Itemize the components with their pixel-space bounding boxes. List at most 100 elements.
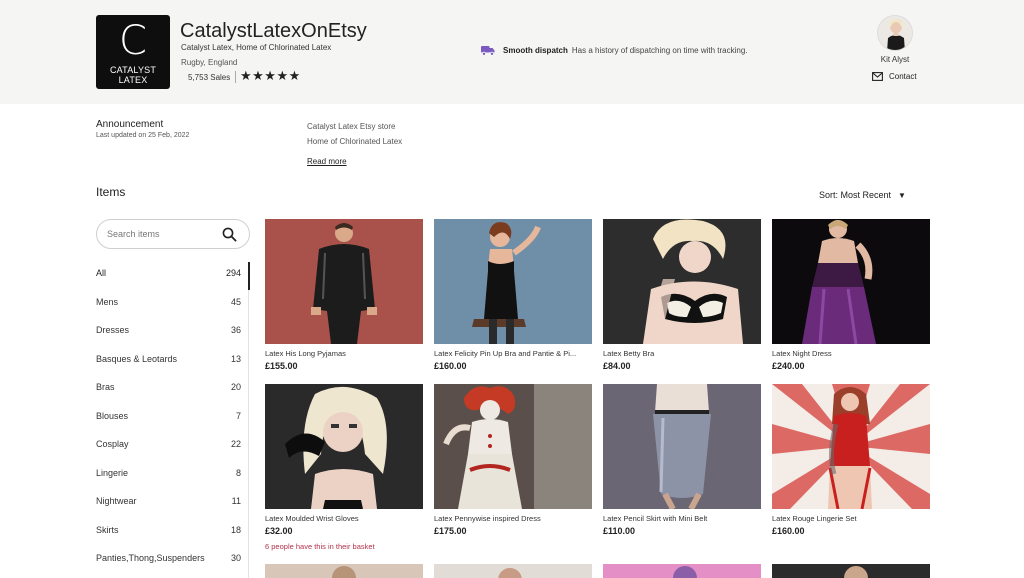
caret-down-icon: ▼ (898, 190, 906, 200)
section-item-cosplay[interactable]: Cosplay 22 (96, 433, 250, 462)
section-item-blouses[interactable]: Blouses 7 (96, 405, 250, 434)
product-price: £240.00 (772, 361, 805, 371)
product-price: £160.00 (772, 526, 805, 536)
star-rating[interactable]: ★★★★★ (240, 68, 301, 84)
section-count: 13 (230, 353, 241, 364)
section-label: All (96, 268, 107, 278)
read-more-link[interactable]: Read more (307, 157, 347, 166)
section-count: 36 (230, 325, 241, 335)
product-price: £175.00 (434, 526, 467, 536)
section-item-panties-thong-suspenders[interactable]: Panties,Thong,Suspenders 30 (96, 547, 250, 576)
product-image[interactable] (265, 564, 423, 578)
product-title[interactable]: Latex Night Dress (772, 349, 930, 358)
product-image[interactable] (434, 384, 592, 509)
section-item-dresses[interactable]: Dresses 36 (96, 319, 250, 348)
shop-header: C CATALYST LATEX CatalystLatexOnEtsy Cat… (0, 0, 1024, 104)
product-price: £155.00 (265, 361, 298, 371)
product-image[interactable] (434, 564, 592, 578)
items-heading: Items (96, 185, 126, 199)
product-price: £84.00 (603, 361, 631, 371)
section-item-skirts[interactable]: Skirts 18 (96, 519, 250, 548)
product-title[interactable]: Latex His Long Pyjamas (265, 349, 423, 358)
product-image[interactable] (265, 219, 423, 344)
section-count: 20 (230, 382, 241, 392)
section-label: Basques & Leotards (96, 353, 178, 364)
product-image[interactable] (772, 564, 930, 578)
section-label: Cosplay (96, 439, 129, 449)
section-count: 294 (225, 268, 241, 278)
product-title[interactable]: Latex Betty Bra (603, 349, 761, 358)
product-image[interactable] (265, 384, 423, 509)
product-card[interactable]: Latex Moulded Wrist Gloves £32.00 6 peop… (265, 384, 423, 551)
product-image[interactable] (603, 564, 761, 578)
section-count: 45 (230, 296, 241, 307)
section-item-basques-leotards[interactable]: Basques & Leotards 13 (96, 348, 250, 377)
product-image[interactable] (772, 384, 930, 509)
dispatch-title: Smooth dispatch (503, 45, 568, 55)
section-item-mens[interactable]: Mens 45 (96, 291, 250, 320)
section-label: Skirts (96, 524, 119, 535)
product-title[interactable]: Latex Pencil Skirt with Mini Belt (603, 514, 761, 523)
section-list: All 294 Mens 45 Dresses 36 Basques & Leo… (96, 262, 250, 576)
product-title[interactable]: Latex Rouge Lingerie Set (772, 514, 930, 523)
product-price: £32.00 (265, 526, 293, 536)
basket-notice: 6 people have this in their basket (265, 542, 375, 551)
section-item-nightwear[interactable]: Nightwear 11 (96, 490, 250, 519)
section-count: 8 (235, 467, 241, 478)
owner-avatar[interactable] (877, 15, 913, 51)
sort-dropdown[interactable]: Sort: Most Recent ▼ (819, 190, 906, 200)
truck-icon (481, 45, 495, 56)
product-image[interactable] (434, 219, 592, 344)
product-card[interactable]: Latex Pennywise inspired Dress £175.00 (434, 384, 592, 536)
product-image[interactable] (603, 384, 761, 509)
mail-icon (872, 72, 883, 81)
section-count: 30 (230, 553, 241, 563)
product-title[interactable]: Latex Moulded Wrist Gloves (265, 514, 423, 523)
shop-sales-count[interactable]: 5,753 Sales (188, 73, 230, 82)
search-box (96, 219, 250, 249)
sort-label: Sort: Most Recent (819, 190, 892, 200)
section-label: Bras (96, 382, 115, 392)
shop-location: Rugby, England (181, 58, 238, 67)
dispatch-description: Has a history of dispatching on time wit… (571, 45, 748, 55)
product-card[interactable]: Latex Betty Bra £84.00 (603, 219, 761, 371)
section-label: Blouses (96, 410, 129, 421)
product-price: £110.00 (603, 526, 636, 536)
search-input[interactable] (107, 227, 217, 241)
contact-button[interactable]: Contact (872, 72, 917, 81)
section-label: Nightwear (96, 496, 137, 506)
product-card[interactable]: Latex His Long Pyjamas £155.00 (265, 219, 423, 371)
product-card[interactable]: Latex Pencil Skirt with Mini Belt £110.0… (603, 384, 761, 536)
section-active-indicator (248, 262, 250, 290)
sales-divider (235, 71, 236, 83)
owner-name[interactable]: Kit Alyst (850, 55, 940, 64)
contact-label: Contact (889, 72, 917, 81)
section-item-bras[interactable]: Bras 20 (96, 376, 250, 405)
shop-tagline: Catalyst Latex, Home of Chlorinated Late… (181, 43, 332, 52)
shop-logo[interactable]: C CATALYST LATEX (96, 15, 170, 89)
logo-letter: C (119, 18, 147, 64)
section-list-rail (248, 262, 249, 578)
search-icon[interactable] (222, 227, 237, 242)
section-label: Lingerie (96, 467, 129, 478)
product-title[interactable]: Latex Felicity Pin Up Bra and Pantie & P… (434, 349, 592, 358)
product-image[interactable] (772, 219, 930, 344)
section-count: 18 (230, 524, 241, 535)
product-price: £160.00 (434, 361, 467, 371)
section-label: Dresses (96, 325, 130, 335)
shop-name: CatalystLatexOnEtsy (180, 20, 367, 42)
section-item-lingerie[interactable]: Lingerie 8 (96, 462, 250, 491)
announcement-line-1: Catalyst Latex Etsy store (307, 122, 396, 131)
section-label: Panties,Thong,Suspenders (96, 553, 205, 563)
product-card[interactable]: Latex Felicity Pin Up Bra and Pantie & P… (434, 219, 592, 371)
section-label: Mens (96, 296, 119, 307)
product-card[interactable]: Latex Rouge Lingerie Set £160.00 (772, 384, 930, 536)
section-count: 7 (235, 410, 241, 421)
product-card[interactable]: Latex Night Dress £240.00 (772, 219, 930, 371)
product-title[interactable]: Latex Pennywise inspired Dress (434, 514, 592, 523)
logo-text: CATALYST LATEX (109, 65, 157, 85)
section-count: 11 (231, 496, 241, 506)
announcement-line-2: Home of Chlorinated Latex (307, 137, 403, 146)
section-item-all[interactable]: All 294 (96, 262, 250, 291)
product-image[interactable] (603, 219, 761, 344)
